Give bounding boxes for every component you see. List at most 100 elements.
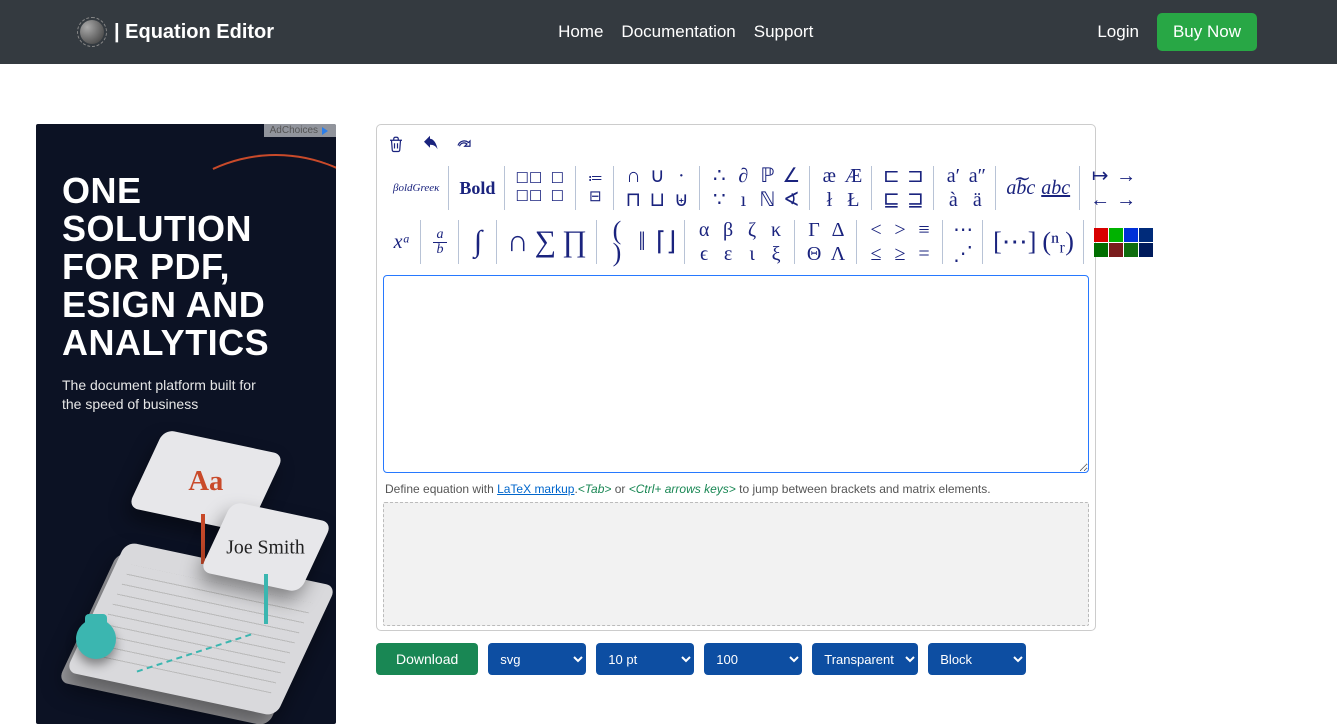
btn-sum[interactable]: ∑ [535, 231, 556, 253]
sym-Gamma[interactable]: Γ [805, 219, 823, 241]
color-swatch[interactable] [1124, 228, 1138, 242]
btn-fraction[interactable]: a b [431, 228, 449, 257]
sym-larrow[interactable]: ← [1090, 189, 1110, 211]
sym-lt[interactable]: < [867, 219, 885, 241]
color-swatch[interactable] [1094, 228, 1108, 242]
latex-hint: Define equation with LaTeX markup.<Tab> … [385, 482, 1087, 496]
sym-eps[interactable]: ϵ [695, 243, 713, 265]
btn-template-grid[interactable]: ☐☐☐☐ [515, 171, 542, 205]
btn-floor[interactable]: ⌈⌋ [657, 231, 675, 253]
sym-bbP[interactable]: ℙ [758, 165, 776, 187]
nav-support[interactable]: Support [754, 22, 814, 42]
sym-iota[interactable]: ι [743, 243, 761, 265]
sym-mapsto[interactable]: ↦ [1090, 165, 1110, 187]
color-swatch[interactable] [1109, 228, 1123, 242]
sym-prime[interactable]: a′ [944, 165, 962, 187]
sym-cdot[interactable]: · [672, 165, 690, 187]
sym-Delta[interactable]: Δ [829, 219, 847, 241]
color-swatch[interactable] [1094, 243, 1108, 257]
hint-kbd-ctrl: <Ctrl+ arrows keys> [629, 482, 736, 496]
sym-gt[interactable]: > [891, 219, 909, 241]
latex-markup-link[interactable]: LaTeX markup [497, 482, 574, 496]
sym-because[interactable]: ∵ [710, 189, 728, 211]
sym-Theta[interactable]: Θ [805, 243, 823, 265]
btn-widetilde[interactable]: ∼abc [1006, 177, 1035, 199]
btn-bold[interactable]: Bold [459, 177, 495, 199]
sym-measuredangle[interactable]: ∢ [782, 189, 800, 211]
format-select[interactable]: svg [488, 643, 586, 675]
sym-cdots[interactable]: ⋯ [953, 219, 973, 241]
sym-lslash[interactable]: ł [820, 189, 838, 211]
sym-sqsubset[interactable]: ⊏ [882, 165, 900, 187]
btn-template-col[interactable]: ☐☐ [548, 171, 566, 205]
sym-sqcap[interactable]: ⊓ [624, 189, 642, 211]
size-select[interactable]: 10 pt [596, 643, 694, 675]
grp-decor: ∼abc abc [996, 163, 1080, 213]
btn-paren[interactable]: ( ) [607, 220, 627, 264]
sym-cup[interactable]: ∪ [648, 165, 666, 187]
sym-zeta[interactable]: ζ [743, 219, 761, 241]
sym-imath[interactable]: ı [734, 189, 752, 211]
sym-kappa[interactable]: κ [767, 219, 785, 241]
sym-angle[interactable]: ∠ [782, 165, 800, 187]
ad-banner[interactable]: AdChoices ONE SOLUTION FOR PDF, ESIGN AN… [36, 124, 336, 724]
btn-bigcap[interactable]: ∩ [507, 231, 529, 253]
sym-sqsupseteq[interactable]: ⊒ [906, 189, 924, 211]
btn-align[interactable]: ≔⊟ [586, 171, 604, 205]
nav-home[interactable]: Home [558, 22, 603, 42]
download-button[interactable]: Download [376, 643, 478, 675]
sym-sqcup[interactable]: ⊔ [648, 189, 666, 211]
sym-rarrow2[interactable]: → [1116, 189, 1136, 211]
sym-therefore[interactable]: ∴ [710, 165, 728, 187]
sym-Lambda[interactable]: Λ [829, 243, 847, 265]
display-select[interactable]: Block [928, 643, 1026, 675]
sym-ae[interactable]: æ [820, 165, 838, 187]
scale-select[interactable]: 100 [704, 643, 802, 675]
hint-text: or [611, 482, 628, 496]
btn-underline[interactable]: abc [1041, 177, 1070, 199]
color-swatch[interactable] [1109, 243, 1123, 257]
sym-rarrow[interactable]: → [1116, 165, 1136, 187]
btn-integral[interactable]: ∫ [469, 231, 487, 253]
latex-input[interactable] [383, 275, 1089, 473]
sym-bbN[interactable]: ℕ [758, 189, 776, 211]
color-swatch[interactable] [1139, 243, 1153, 257]
btn-binom[interactable]: (ⁿᵣ) [1042, 231, 1073, 253]
sym-uml[interactable]: ä [968, 189, 986, 211]
sym-sqsubseteq[interactable]: ⊑ [882, 189, 900, 211]
sym-vareps[interactable]: ε [719, 243, 737, 265]
sym-beta[interactable]: β [719, 219, 737, 241]
sym-Lslash[interactable]: Ł [844, 189, 862, 211]
sym-ge[interactable]: ≥ [891, 243, 909, 265]
buy-now-button[interactable]: Buy Now [1157, 13, 1257, 51]
background-select[interactable]: Transparent [812, 643, 918, 675]
color-swatch[interactable] [1139, 228, 1153, 242]
hint-text: Define equation with [385, 482, 497, 496]
undo-icon[interactable] [421, 135, 439, 153]
btn-prod[interactable]: ∏ [562, 231, 587, 253]
sym-xi[interactable]: ξ [767, 243, 785, 265]
btn-bmatrix[interactable]: [⋯] [993, 231, 1036, 253]
btn-norm[interactable]: ‖ [633, 231, 651, 253]
sym-equiv[interactable]: ≡ [915, 219, 933, 241]
login-link[interactable]: Login [1097, 22, 1139, 42]
nav-documentation[interactable]: Documentation [621, 22, 735, 42]
sym-cap[interactable]: ∩ [624, 165, 642, 187]
sym-ddots[interactable]: ⋰ [953, 243, 973, 265]
sym-dprime[interactable]: a″ [968, 165, 986, 187]
sym-uplus[interactable]: ⊎ [672, 189, 690, 211]
sym-le[interactable]: ≤ [867, 243, 885, 265]
sym-alpha[interactable]: α [695, 219, 713, 241]
btn-superscript[interactable]: xᵃ [393, 231, 411, 253]
ad-sub: The document platform built for the spee… [62, 376, 262, 414]
sym-sqsupset[interactable]: ⊐ [906, 165, 924, 187]
sym-grave[interactable]: à [944, 189, 962, 211]
sym-AE[interactable]: Æ [844, 165, 862, 187]
sym-partial[interactable]: ∂ [734, 165, 752, 187]
trash-icon[interactable] [387, 135, 405, 153]
color-swatch[interactable] [1124, 243, 1138, 257]
sym-eq[interactable]: = [915, 243, 933, 265]
grp-int: ∫ [459, 217, 497, 267]
redo-icon[interactable] [455, 135, 473, 153]
btn-bold-greek[interactable]: βoldGreeκ [393, 177, 439, 199]
